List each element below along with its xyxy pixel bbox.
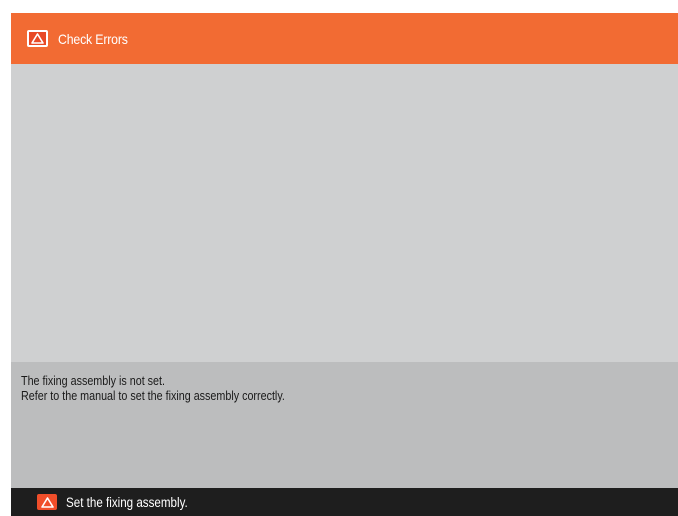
warning-triangle-icon (37, 494, 57, 510)
status-bar[interactable]: Set the fixing assembly. (11, 488, 678, 516)
status-message: Set the fixing assembly. (66, 494, 188, 510)
error-message-panel: The fixing assembly is not set. Refer to… (11, 362, 678, 488)
page-title: Check Errors (58, 30, 128, 47)
title-bar: Check Errors (11, 13, 678, 64)
error-instruction-line: Refer to the manual to set the fixing as… (21, 389, 285, 403)
error-message-line: The fixing assembly is not set. (21, 374, 165, 388)
error-screen: Check Errors The fixing assembly is not … (11, 13, 678, 516)
content-area (11, 64, 678, 362)
warning-triangle-icon (27, 30, 48, 47)
